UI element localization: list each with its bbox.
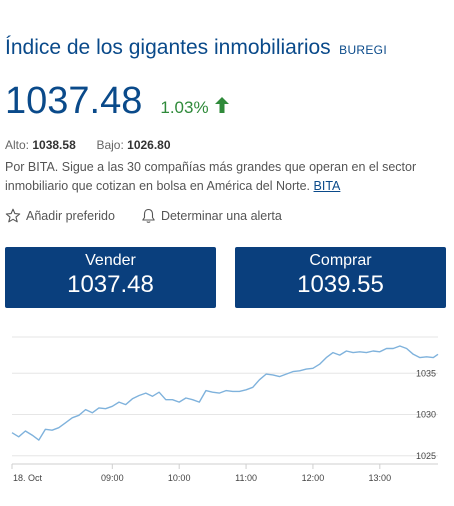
change-percent: 1.03% — [160, 98, 209, 117]
sell-label: Vender — [85, 252, 136, 269]
set-alert-button[interactable]: Determinar una alerta — [141, 208, 282, 224]
price-chart: 1025 1030 1035 18. Oct 09:00 10:00 11:00 12:00 1… — [11, 336, 439, 483]
actions-row: Añadir preferido Determinar una alerta — [5, 208, 282, 224]
page-title: Índice de los gigantes inmobiliarios — [5, 36, 331, 59]
x-tick-label: 10:00 — [168, 473, 191, 483]
ticker-symbol: BUREGI — [339, 43, 387, 57]
buy-label: Comprar — [309, 252, 372, 269]
x-tick-label: 09:00 — [101, 473, 124, 483]
description-text: Por BITA. Sigue a las 30 compañías más g… — [5, 160, 417, 193]
price-row: 1037.48 1.03% — [5, 80, 229, 123]
y-tick-label: 1025 — [416, 451, 436, 461]
price-series-line — [11, 345, 439, 441]
x-tick-label: 18. Oct — [13, 473, 43, 483]
high-low-row: Alto: 1038.58 Bajo: 1026.80 — [5, 138, 171, 152]
low-value: 1026.80 — [127, 138, 171, 152]
description: Por BITA. Sigue a las 30 compañías más g… — [5, 158, 445, 196]
sell-price: 1037.48 — [67, 271, 154, 298]
high-label: Alto: — [5, 138, 30, 152]
arrow-up-icon — [214, 97, 229, 113]
bita-link[interactable]: BITA — [314, 179, 341, 193]
x-tick-label: 12:00 — [302, 473, 325, 483]
x-tick-label: 13:00 — [369, 473, 392, 483]
high-value: 1038.58 — [32, 138, 76, 152]
y-tick-label: 1035 — [416, 368, 436, 378]
low-label: Bajo: — [96, 138, 124, 152]
buy-price: 1039.55 — [297, 271, 384, 298]
sell-button[interactable]: Vender 1037.48 — [5, 247, 216, 308]
add-favorite-label: Añadir preferido — [26, 209, 115, 223]
x-tick-label: 11:00 — [235, 473, 257, 483]
title-row: Índice de los gigantes inmobiliarios BUR… — [5, 36, 387, 60]
buy-button[interactable]: Comprar 1039.55 — [235, 247, 446, 308]
y-tick-label: 1030 — [416, 410, 436, 420]
set-alert-label: Determinar una alerta — [160, 209, 282, 223]
current-price: 1037.48 — [5, 80, 143, 122]
star-icon — [5, 208, 21, 223]
add-favorite-button[interactable]: Añadir preferido — [5, 208, 115, 224]
bell-icon — [142, 208, 155, 223]
